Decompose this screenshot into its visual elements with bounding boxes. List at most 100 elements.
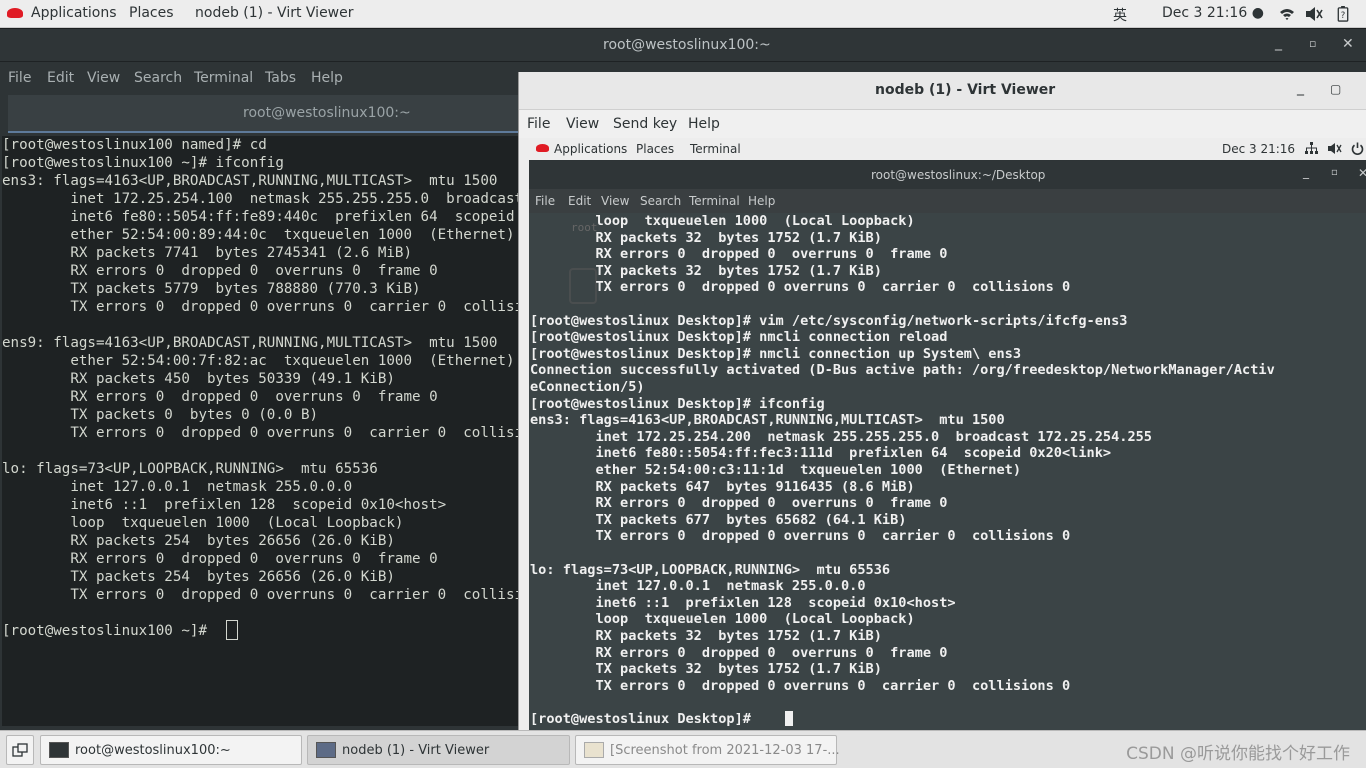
terminal-line: inet 127.0.0.1 netmask 255.0.0.0 bbox=[2, 479, 353, 495]
maximize-button[interactable]: ▫ bbox=[1331, 167, 1338, 178]
terminal-line: TX packets 32 bytes 1752 (1.7 KiB) bbox=[530, 661, 882, 678]
terminal-line: ens9: flags=4163<UP,BROADCAST,RUNNING,MU… bbox=[2, 335, 498, 351]
svg-text:?: ? bbox=[1341, 10, 1346, 20]
taskbar-item-label: nodeb (1) - Virt Viewer bbox=[342, 743, 490, 758]
menu-terminal[interactable]: Terminal bbox=[689, 194, 740, 208]
terminal-line: RX errors 0 dropped 0 overruns 0 frame 0 bbox=[530, 246, 948, 263]
guest-places-menu[interactable]: Places bbox=[636, 142, 674, 156]
terminal-line: Connection successfully activated (D-Bus… bbox=[530, 362, 1275, 379]
wifi-icon[interactable] bbox=[1279, 6, 1295, 22]
battery-icon[interactable]: ? bbox=[1337, 6, 1349, 22]
minimize-button[interactable]: _ bbox=[1297, 80, 1304, 96]
guest-display[interactable]: Applications Places Terminal Dec 3 21:16… bbox=[529, 138, 1366, 730]
menu-file[interactable]: File bbox=[535, 194, 555, 208]
menu-help[interactable]: Help bbox=[688, 116, 720, 132]
close-button[interactable]: ✕ bbox=[1358, 166, 1366, 180]
terminal-line: ether 52:54:00:7f:82:ac txqueuelen 1000 … bbox=[2, 353, 515, 369]
menu-help[interactable]: Help bbox=[748, 194, 775, 208]
menu-send-key[interactable]: Send key bbox=[613, 116, 677, 132]
host-terminal-output[interactable]: [root@westoslinux100 named]# cd [root@we… bbox=[2, 136, 518, 726]
terminal-line: TX packets 5779 bytes 788880 (770.3 KiB) bbox=[2, 281, 421, 297]
menu-file[interactable]: File bbox=[8, 70, 31, 86]
terminal-line: TX packets 677 bytes 65682 (64.1 KiB) bbox=[530, 511, 907, 528]
terminal-line: inet6 fe80::5054:ff:fe89:440c prefixlen … bbox=[2, 209, 515, 225]
terminal-line: inet 172.25.254.100 netmask 255.255.255.… bbox=[2, 191, 518, 207]
terminal-line: [root@westoslinux100 named]# cd bbox=[2, 137, 267, 153]
maximize-button[interactable]: ▫ bbox=[1309, 37, 1316, 50]
terminal-line: eConnection/5) bbox=[530, 379, 645, 395]
minimize-button[interactable]: _ bbox=[1303, 165, 1309, 179]
taskbar-item-terminal[interactable]: root@westoslinux100:~ bbox=[40, 735, 302, 765]
volume-icon[interactable] bbox=[1327, 142, 1342, 155]
menu-edit[interactable]: Edit bbox=[568, 194, 591, 208]
guest-terminal-menu[interactable]: Terminal bbox=[690, 142, 741, 156]
terminal-line: ether 52:54:00:c3:11:1d txqueuelen 1000 … bbox=[530, 462, 1022, 478]
guest-terminal-output[interactable]: root loop txqueuelen 1000 (Local Loopbac… bbox=[529, 213, 1366, 730]
menu-view[interactable]: View bbox=[566, 116, 599, 132]
terminal-line: [root@westoslinux Desktop]# nmcli connec… bbox=[530, 345, 1022, 362]
taskbar-item-screenshot[interactable]: [Screenshot from 2021-12-03 17-... bbox=[575, 735, 840, 765]
terminal-line: loop txqueuelen 1000 (Local Loopback) bbox=[530, 213, 915, 229]
image-viewer-icon bbox=[584, 742, 604, 758]
terminal-line: [root@westoslinux Desktop]# nmcli connec… bbox=[530, 329, 948, 346]
volume-icon[interactable] bbox=[1305, 6, 1323, 22]
close-button[interactable]: ✕ bbox=[1342, 36, 1354, 52]
clock[interactable]: Dec 3 21:16 ● bbox=[1162, 5, 1264, 21]
input-method-indicator[interactable]: 英 bbox=[1113, 5, 1127, 25]
places-menu[interactable]: Places bbox=[129, 5, 174, 21]
virt-viewer-titlebar[interactable]: nodeb (1) - Virt Viewer _ ▢ bbox=[519, 72, 1366, 110]
window-title: nodeb (1) - Virt Viewer bbox=[875, 82, 1056, 98]
menu-search[interactable]: Search bbox=[640, 194, 681, 208]
menu-file[interactable]: File bbox=[527, 116, 550, 132]
virt-viewer-icon bbox=[316, 742, 336, 758]
maximize-button[interactable]: ▢ bbox=[1330, 82, 1341, 96]
terminal-line: [root@westoslinux Desktop]# ifconfig bbox=[530, 395, 825, 412]
window-title: root@westoslinux:~/Desktop bbox=[871, 168, 1046, 182]
taskbar-item-virt-viewer[interactable]: nodeb (1) - Virt Viewer bbox=[307, 735, 570, 765]
menu-search[interactable]: Search bbox=[134, 70, 182, 86]
terminal-line: TX errors 0 dropped 0 overruns 0 carrier… bbox=[2, 587, 518, 603]
terminal-line: TX packets 0 bytes 0 (0.0 B) bbox=[2, 407, 319, 423]
redhat-logo-icon bbox=[536, 144, 549, 152]
active-window-title[interactable]: nodeb (1) - Virt Viewer bbox=[195, 5, 354, 21]
terminal-line: RX packets 647 bytes 9116435 (8.6 MiB) bbox=[530, 478, 915, 495]
terminal-line: RX packets 254 bytes 26656 (26.0 KiB) bbox=[2, 533, 395, 549]
terminal-line: lo: flags=73<UP,LOOPBACK,RUNNING> mtu 65… bbox=[2, 461, 378, 477]
csdn-watermark: CSDN @听说你能找个好工作 bbox=[1126, 744, 1350, 764]
terminal-line: TX errors 0 dropped 0 overruns 0 carrier… bbox=[530, 677, 1071, 694]
guest-clock[interactable]: Dec 3 21:16 bbox=[1222, 142, 1295, 156]
guest-applications-menu[interactable]: Applications bbox=[554, 142, 627, 156]
menu-tabs[interactable]: Tabs bbox=[265, 70, 296, 86]
show-desktop-button[interactable] bbox=[6, 735, 34, 765]
host-terminal-titlebar[interactable]: root@westoslinux100:~ _ ▫ ✕ bbox=[0, 29, 1366, 62]
guest-terminal-menubar: File Edit View Search Terminal Help bbox=[529, 189, 1366, 213]
tab-root[interactable]: root@westoslinux100:~ bbox=[8, 95, 518, 133]
terminal-line: inet 172.25.254.200 netmask 255.255.255.… bbox=[530, 428, 1152, 445]
top-panel: Applications Places nodeb (1) - Virt Vie… bbox=[0, 0, 1366, 28]
terminal-line: RX packets 32 bytes 1752 (1.7 KiB) bbox=[530, 628, 882, 644]
network-icon[interactable] bbox=[1305, 142, 1318, 155]
terminal-line: inet6 ::1 prefixlen 128 scopeid 0x10<hos… bbox=[530, 594, 956, 611]
terminal-line: TX errors 0 dropped 0 overruns 0 carrier… bbox=[530, 528, 1071, 545]
menu-help[interactable]: Help bbox=[311, 70, 343, 86]
terminal-cursor bbox=[785, 711, 793, 726]
bottom-taskbar: root@westoslinux100:~ nodeb (1) - Virt V… bbox=[0, 730, 1366, 768]
applications-menu[interactable]: Applications bbox=[31, 5, 117, 21]
terminal-line: RX errors 0 dropped 0 overruns 0 frame 0 bbox=[2, 551, 438, 567]
terminal-line: lo: flags=73<UP,LOOPBACK,RUNNING> mtu 65… bbox=[530, 561, 891, 578]
menu-view[interactable]: View bbox=[601, 194, 629, 208]
power-icon[interactable] bbox=[1351, 142, 1364, 155]
menu-terminal[interactable]: Terminal bbox=[194, 70, 253, 86]
guest-top-panel: Applications Places Terminal Dec 3 21:16 bbox=[529, 138, 1366, 160]
guest-terminal-titlebar[interactable]: root@westoslinux:~/Desktop _ ▫ ✕ bbox=[529, 161, 1366, 189]
tab-label: root@westoslinux100:~ bbox=[243, 105, 411, 121]
terminal-line: ens3: flags=4163<UP,BROADCAST,RUNNING,MU… bbox=[2, 173, 498, 189]
menu-edit[interactable]: Edit bbox=[47, 70, 74, 86]
terminal-line: TX packets 254 bytes 26656 (26.0 KiB) bbox=[2, 569, 395, 585]
virt-viewer-menubar: File View Send key Help bbox=[519, 110, 1366, 138]
terminal-line: RX errors 0 dropped 0 overruns 0 frame 0 bbox=[530, 495, 948, 512]
terminal-line: [root@westoslinux Desktop]# vim /etc/sys… bbox=[530, 312, 1128, 329]
menu-view[interactable]: View bbox=[87, 70, 120, 86]
terminal-line: TX errors 0 dropped 0 overruns 0 carrier… bbox=[530, 279, 1071, 296]
minimize-button[interactable]: _ bbox=[1275, 35, 1282, 51]
